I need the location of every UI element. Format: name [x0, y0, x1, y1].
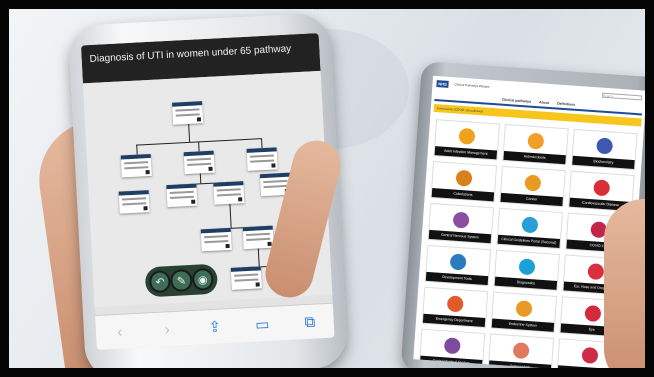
category-tile[interactable]: Antimicrobials [502, 123, 569, 166]
photo-frame: Diagnosis of UTI in women under 65 pathw… [0, 0, 654, 377]
flow-connector [198, 141, 200, 152]
flow-connector [229, 203, 232, 228]
category-icon [446, 295, 464, 313]
category-icon [521, 216, 539, 234]
category-tile[interactable]: Gynaecology [487, 333, 555, 368]
nav-item-definitions[interactable]: Definitions [557, 101, 575, 106]
phone-home-button [201, 349, 228, 368]
category-label: Calculations [431, 188, 495, 202]
flow-connector [188, 123, 191, 142]
category-label: Development Tools [425, 271, 489, 286]
category-icon [596, 137, 614, 155]
category-icon [443, 337, 461, 355]
flow-node[interactable] [246, 147, 278, 171]
flow-connector [136, 144, 138, 155]
nhs-logo[interactable]: NHS [436, 79, 449, 88]
category-tile[interactable]: Emergency Department [421, 286, 489, 329]
category-label: Antimicrobials [503, 150, 566, 165]
browser-toolbar: ‹ › ⇪ ▭ ⧉ [95, 302, 335, 351]
back-arrow-icon[interactable]: ‹ [108, 323, 131, 341]
category-label: Central Nervous System [428, 229, 492, 244]
category-label: Adult Infection Management [434, 146, 498, 160]
pencil-icon: ✎ [176, 274, 187, 288]
nav-item-clinical-pathways[interactable]: Clinical pathways [502, 97, 532, 103]
eye-icon: ◉ [197, 273, 208, 287]
flow-connector [257, 248, 260, 267]
category-tile[interactable]: Central Nervous System [427, 202, 495, 245]
category-label: Emergency Department [422, 313, 486, 328]
category-tile[interactable]: Calculations [430, 161, 497, 203]
category-label: Cancer [500, 192, 563, 207]
category-label: Gastrointestinal System [419, 355, 483, 368]
flow-node[interactable] [120, 153, 152, 178]
category-icon [515, 300, 533, 318]
category-icon [518, 258, 536, 276]
category-icon [452, 211, 470, 229]
forward-arrow-icon[interactable]: › [156, 320, 179, 338]
search-input[interactable]: Search [602, 92, 643, 100]
nav-item-about[interactable]: About [539, 100, 549, 105]
flow-node[interactable] [230, 266, 262, 290]
category-tile[interactable]: Diagnostics [493, 249, 560, 292]
tabs-icon[interactable]: ⧉ [298, 313, 321, 331]
category-tile[interactable]: Gastrointestinal System [418, 328, 486, 368]
category-icon [527, 132, 545, 150]
undo-icon: ↶ [155, 275, 165, 289]
bookmarks-icon[interactable]: ▭ [251, 315, 274, 334]
category-tile[interactable]: Development Tools [424, 244, 492, 287]
flow-node[interactable] [242, 225, 274, 250]
category-icon [512, 342, 530, 360]
category-icon [581, 346, 599, 364]
category-icon [524, 174, 542, 192]
category-tile[interactable]: Cancer [499, 165, 566, 208]
flow-node[interactable] [172, 101, 204, 125]
undo-button[interactable]: ↶ [148, 270, 172, 294]
flow-node[interactable] [183, 150, 215, 175]
category-tile[interactable]: Clinical Guidelines Portal (Secured) [496, 207, 563, 250]
category-icon [584, 304, 602, 323]
category-label: Biochemistry [572, 155, 635, 170]
pathway-title: Diagnosis of UTI in women under 65 pathw… [89, 43, 292, 65]
pathway-action-bar: ↶ ✎ ◉ [144, 263, 219, 298]
category-tile[interactable]: Biochemistry [571, 128, 638, 171]
category-tile[interactable]: Adult Infection Management [433, 119, 500, 161]
edit-button[interactable]: ✎ [170, 268, 193, 293]
category-label: Diagnostics [494, 276, 558, 290]
flow-connector [261, 138, 263, 149]
category-icon [593, 179, 611, 197]
share-icon[interactable]: ⇪ [203, 317, 226, 337]
view-button[interactable]: ◉ [191, 267, 214, 291]
category-icon [587, 263, 605, 281]
category-icon [449, 253, 467, 271]
flow-node[interactable] [213, 181, 245, 205]
flow-node[interactable] [118, 190, 150, 214]
category-icon [458, 127, 476, 145]
category-label: Gynaecology [488, 360, 552, 368]
flow-connector [199, 173, 202, 184]
category-icon [455, 169, 473, 187]
category-label: Clinical Guidelines Portal (Secured) [497, 234, 561, 249]
flow-node[interactable] [166, 183, 198, 208]
category-tile[interactable]: Endocrine System [490, 291, 558, 333]
flow-node[interactable] [200, 227, 232, 252]
category-label: Endocrine System [491, 318, 555, 332]
right-hand [604, 199, 645, 368]
